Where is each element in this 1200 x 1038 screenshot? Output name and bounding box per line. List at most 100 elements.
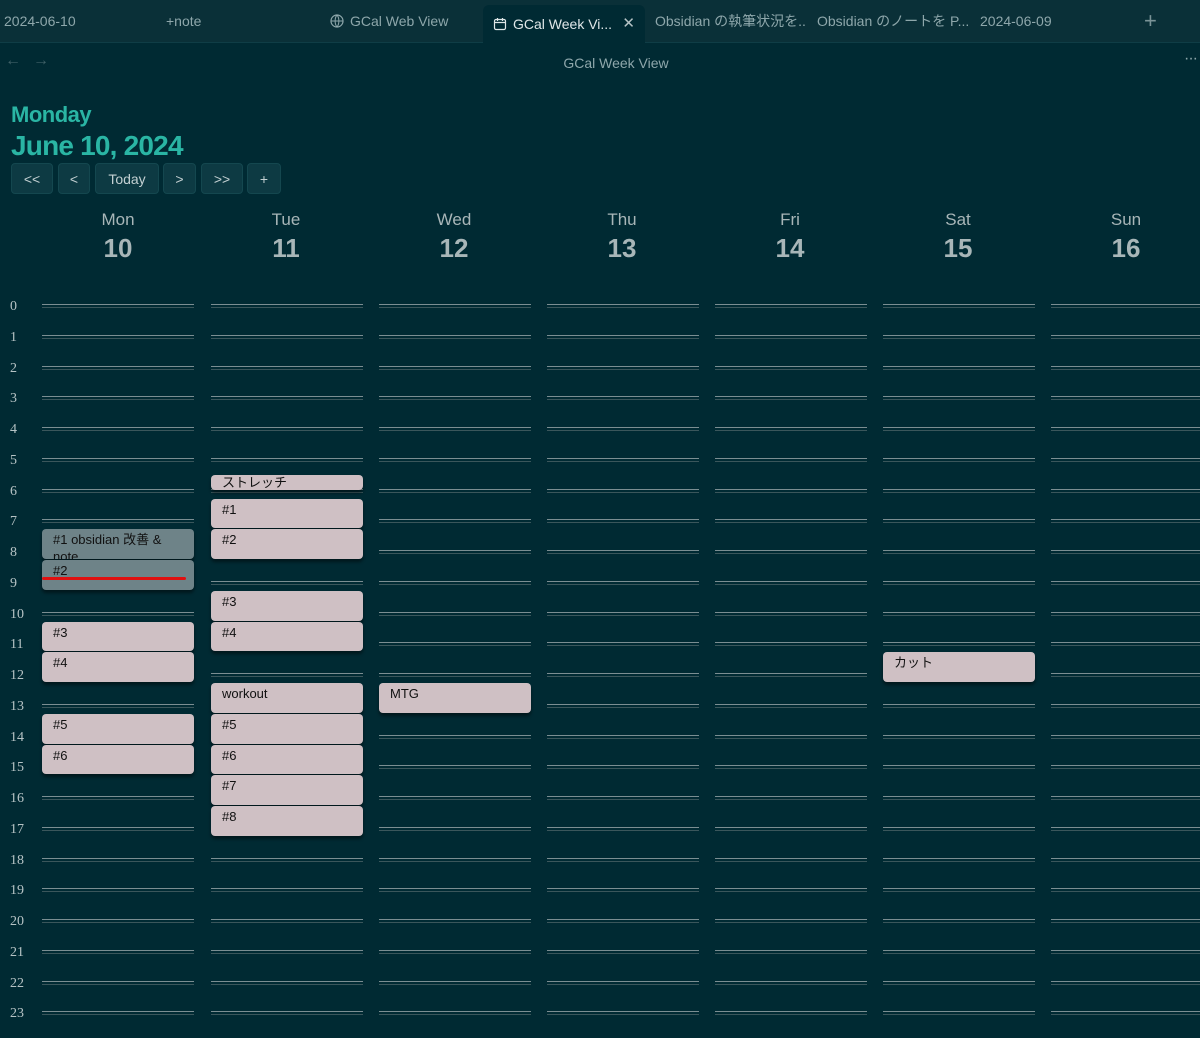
hour-gridline-shadow [715,1014,867,1016]
hour-gridline [715,857,867,859]
calendar-icon [493,17,507,31]
hour-gridline [1051,580,1200,582]
hour-gridline [883,980,1035,982]
hour-gridline-shadow [883,460,1035,462]
calendar-event[interactable]: #4 [42,652,194,682]
hour-gridline-shadow [379,368,531,370]
calendar-event[interactable]: #6 [211,744,363,775]
hour-gridline-shadow [1051,645,1200,647]
tab-gcal-web-view[interactable]: GCal Web View [330,0,480,42]
hour-gridline [1051,519,1200,521]
hour-gridline-shadow [883,645,1035,647]
hour-gridline [547,673,699,674]
hour-gridline-shadow [42,430,194,431]
close-icon[interactable]: ✕ [622,14,635,32]
calendar-event[interactable]: カット [883,652,1035,682]
hour-gridline [715,334,867,336]
tab-obsidian-writing-status[interactable]: Obsidian の執筆状況を... [655,0,805,42]
hour-gridline [211,396,363,398]
hour-gridline [379,734,531,736]
hour-label: 7 [10,514,17,530]
prev-week-button[interactable]: << [11,163,53,194]
calendar-event[interactable]: #1 [211,498,363,529]
hour-gridline [379,611,531,613]
hour-gridline-shadow [715,768,867,770]
next-day-button[interactable]: > [163,163,196,194]
hour-gridline [547,334,699,336]
add-event-button[interactable]: + [247,163,281,194]
hour-gridline-shadow [883,706,1035,708]
calendar-event[interactable]: #5 [211,713,363,744]
hour-gridline [211,980,363,982]
hour-gridline [379,919,531,920]
hour-gridline-shadow [547,645,699,647]
hour-gridline-shadow [211,983,363,985]
hour-gridline [1051,642,1200,644]
hour-label: 18 [10,852,24,868]
calendar-event[interactable]: #5 [42,713,194,744]
new-tab-plus-icon[interactable]: + [1144,8,1157,34]
hour-gridline-shadow [379,737,531,739]
calendar-event[interactable]: #4 [211,621,363,652]
calendar-event[interactable]: #8 [211,806,363,836]
hour-gridline [42,796,194,797]
hour-gridline-shadow [715,829,867,831]
day-number: 15 [943,233,973,263]
hour-gridline [211,888,363,890]
more-options-icon[interactable]: ··· [1184,50,1198,68]
hour-gridline-shadow [1051,399,1200,401]
tab-2024-06-10[interactable]: 2024-06-10 [4,0,154,42]
hour-gridline-shadow [547,891,699,893]
hour-gridline-shadow [883,491,1035,493]
calendar-event[interactable]: #3 [211,590,363,621]
calendar-event[interactable]: #7 [211,775,363,805]
hour-gridline [715,611,867,613]
selected-date-title: June 10, 2024 [11,130,184,161]
day-name: Sat [945,210,971,229]
calendar-event[interactable]: ストレッチ [211,475,363,490]
calendar-event[interactable]: #6 [42,744,194,775]
tab-obsidian-note[interactable]: Obsidian のノートを P... [817,0,969,42]
hour-gridline-shadow [883,737,1035,739]
tab-2024-06-09[interactable]: 2024-06-09 [980,0,1130,42]
hour-gridline [547,857,699,859]
calendar-event[interactable]: MTG [379,683,531,713]
hour-gridline [547,734,699,736]
calendar-event[interactable]: #2 [42,560,194,590]
hour-gridline-shadow [547,768,699,770]
hour-gridline [42,919,194,920]
calendar-event[interactable]: workout [211,683,363,713]
hour-gridline-shadow [1051,860,1200,862]
hour-gridline [379,519,531,521]
hour-gridline-shadow [715,614,867,616]
hour-gridline-shadow [379,860,531,862]
hour-gridline-shadow [1051,799,1200,800]
view-title: GCal Week View [563,55,669,71]
tab-label: +note [166,13,202,29]
calendar-event[interactable]: #3 [42,621,194,652]
tab-gcal-week-view[interactable]: GCal Week Vi... ✕ [483,5,645,43]
hour-gridline-shadow [42,799,194,800]
calendar-event[interactable]: #2 [211,529,363,559]
next-week-button[interactable]: >> [201,163,243,194]
hour-gridline-shadow [547,337,699,339]
hour-gridline [211,919,363,920]
hour-gridline [379,796,531,797]
hour-gridline-shadow [715,430,867,431]
hour-gridline-shadow [547,983,699,985]
today-button[interactable]: Today [95,163,159,194]
hour-label: 20 [10,914,24,929]
hour-gridline [42,304,194,305]
hour-gridline-shadow [211,399,363,401]
tab-plus-note[interactable]: +note [166,0,316,42]
hour-gridline [547,888,699,890]
hour-gridline [715,580,867,582]
hour-gridline [715,519,867,521]
hour-gridline [379,304,531,305]
calendar-event[interactable]: #1 obsidian 改善 & note [42,529,194,559]
hour-gridline-shadow [547,522,699,524]
hour-gridline-shadow [211,676,363,677]
hour-gridline [715,304,867,305]
hour-gridline-shadow [715,399,867,401]
prev-day-button[interactable]: < [58,163,90,194]
